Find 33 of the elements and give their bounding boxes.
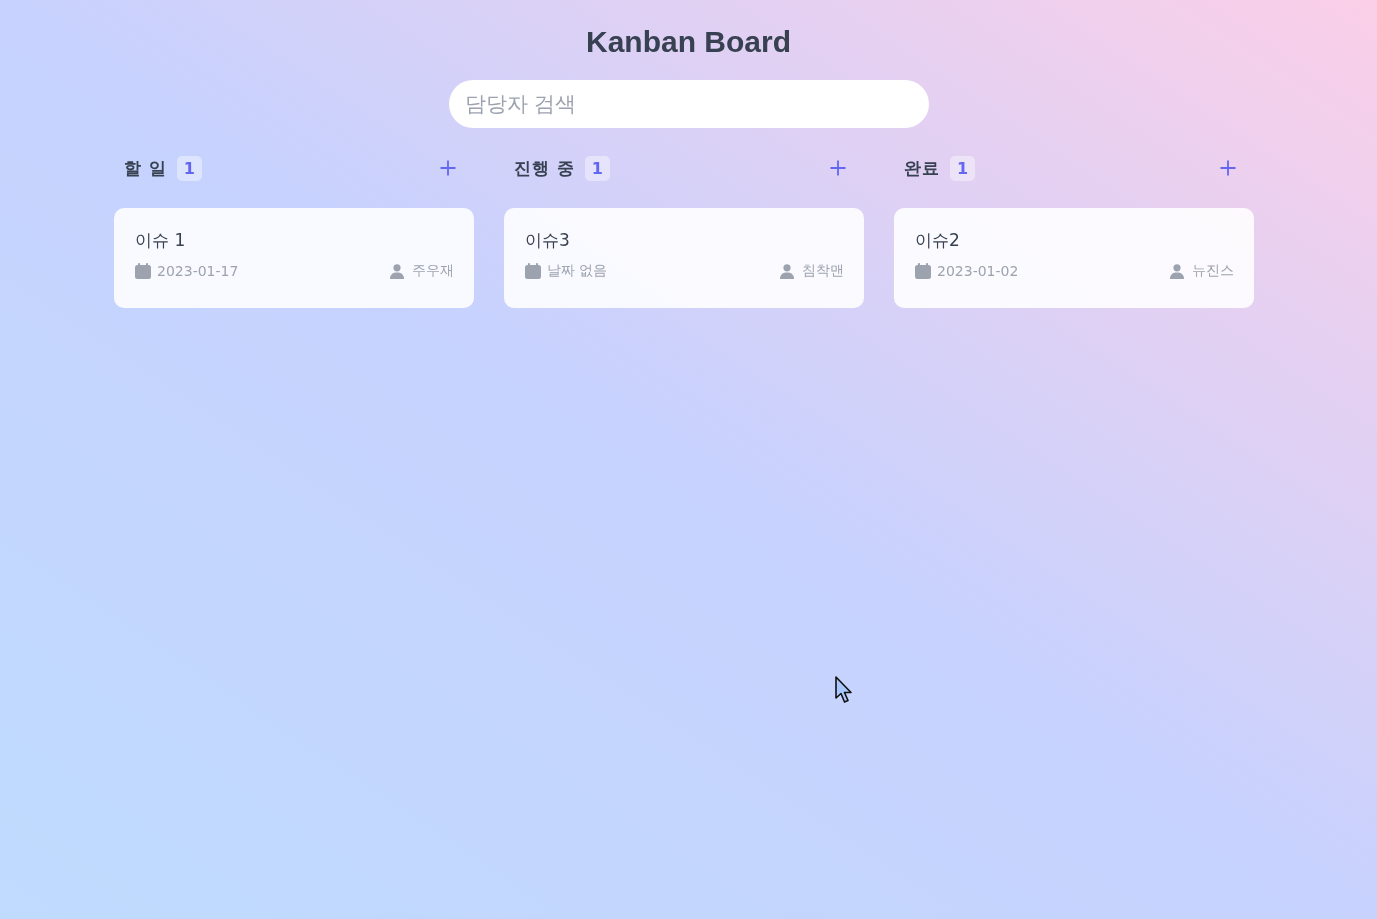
issue-card[interactable]: 이슈 1 2023-01-17 주우재 <box>114 208 474 308</box>
plus-icon <box>1220 160 1236 176</box>
column-title: 완료 <box>904 156 940 180</box>
assignee-name: 침착맨 <box>802 262 844 280</box>
calendar-icon <box>525 263 541 279</box>
add-card-button[interactable] <box>830 160 846 176</box>
person-icon <box>1170 263 1184 279</box>
card-title: 이슈2 <box>915 229 960 252</box>
count-badge: 1 <box>176 155 202 181</box>
add-card-button[interactable] <box>1220 160 1236 176</box>
cursor-icon <box>835 676 855 704</box>
card-title: 이슈3 <box>525 229 570 252</box>
due-date: 2023-01-17 <box>157 263 239 279</box>
person-icon <box>390 263 404 279</box>
due-date: 날짜 없음 <box>547 262 608 280</box>
due-date: 2023-01-02 <box>937 263 1019 279</box>
issue-card[interactable]: 이슈2 2023-01-02 뉴진스 <box>894 208 1254 308</box>
count-badge: 1 <box>950 155 975 181</box>
calendar-icon <box>915 263 931 279</box>
column-title: 할 일 <box>124 156 167 180</box>
calendar-icon <box>135 263 151 279</box>
assignee-name: 뉴진스 <box>1192 262 1234 280</box>
add-card-button[interactable] <box>440 160 456 176</box>
card-title: 이슈 1 <box>135 229 186 252</box>
issue-card[interactable]: 이슈3 날짜 없음 침착맨 <box>504 208 864 308</box>
person-icon <box>780 263 794 279</box>
search-field[interactable]: 담당자 검색 <box>448 80 929 128</box>
assignee-name: 주우재 <box>412 262 454 280</box>
count-badge: 1 <box>584 155 610 181</box>
page-title: Kanban Board <box>586 24 791 60</box>
plus-icon <box>830 160 846 176</box>
column-title: 진행 중 <box>514 156 575 180</box>
plus-icon <box>440 160 456 176</box>
